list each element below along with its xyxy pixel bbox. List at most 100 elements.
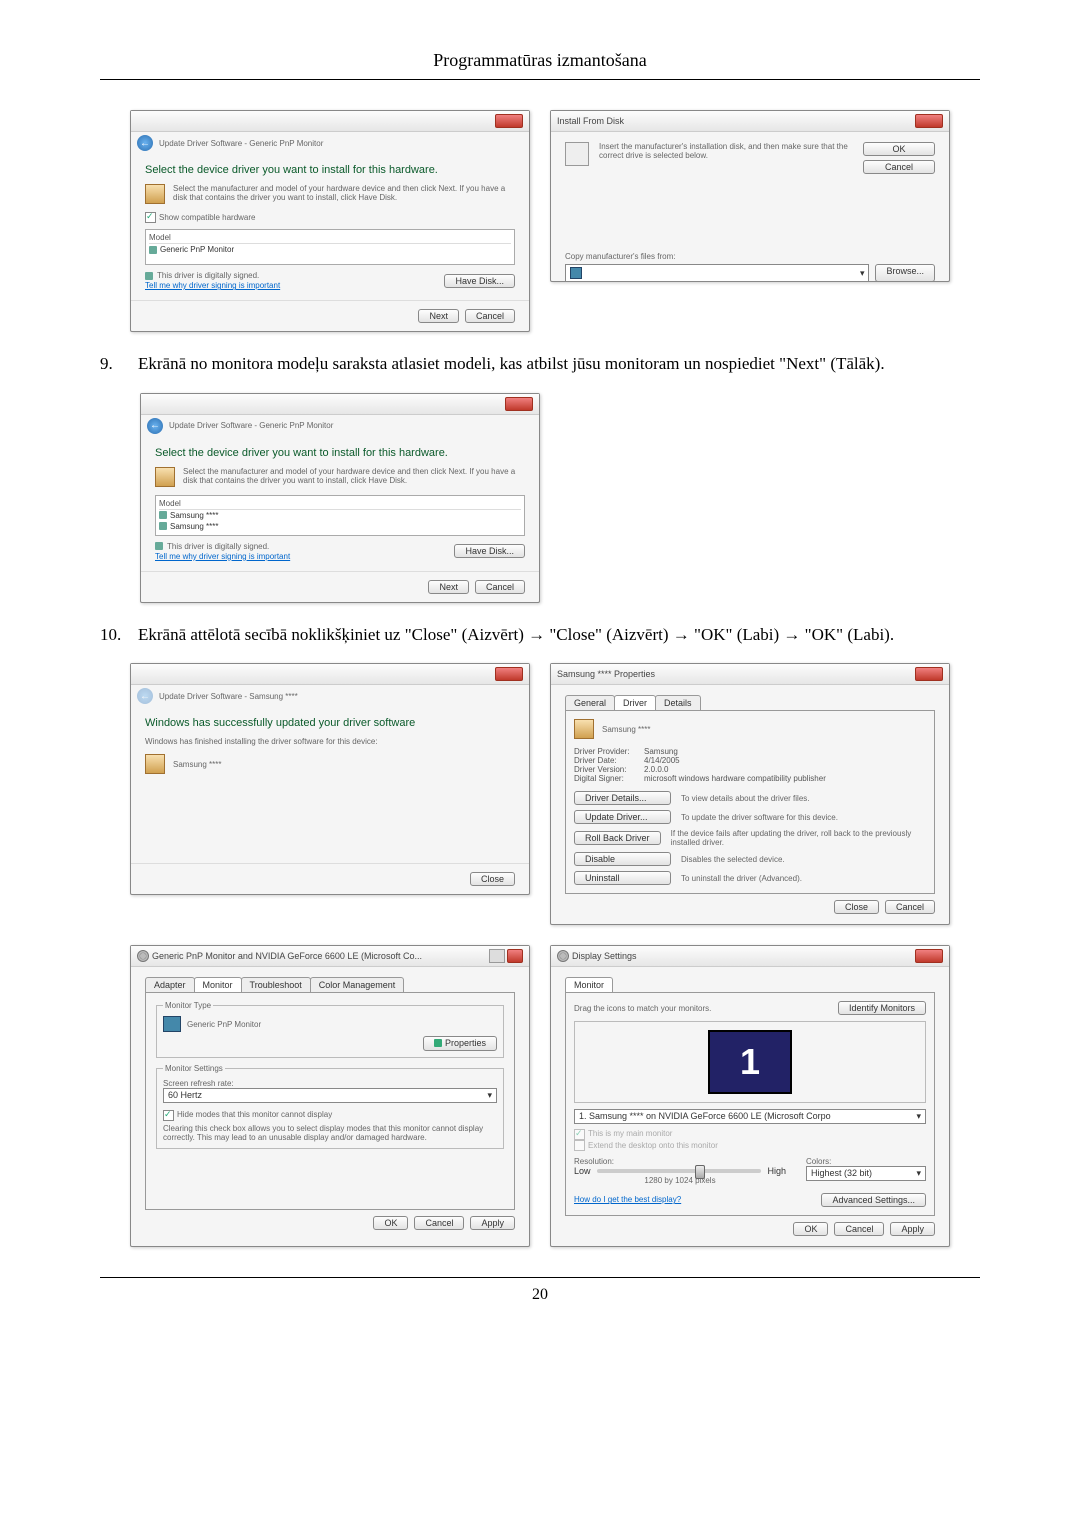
main-monitor-checkbox — [574, 1129, 585, 1140]
close-icon[interactable] — [915, 114, 943, 128]
tab-details[interactable]: Details — [655, 695, 701, 710]
chevron-down-icon[interactable]: ▾ — [860, 268, 865, 279]
model-listbox[interactable]: Model Generic PnP Monitor — [145, 229, 515, 265]
list-item[interactable]: Samsung **** — [159, 521, 521, 532]
shield-icon — [155, 542, 163, 550]
cancel-button[interactable]: Cancel — [885, 900, 935, 914]
signed-label: This driver is digitally signed. — [167, 542, 269, 551]
resolution-slider[interactable]: Low High — [574, 1166, 786, 1176]
uninstall-text: To uninstall the driver (Advanced). — [681, 874, 802, 883]
ok-button[interactable]: OK — [793, 1222, 828, 1236]
close-icon[interactable] — [495, 667, 523, 681]
minimize-icon[interactable] — [489, 949, 505, 963]
advanced-settings-button[interactable]: Advanced Settings... — [821, 1193, 926, 1207]
chevron-down-icon[interactable]: ▾ — [916, 1111, 921, 1122]
resolution-value: 1280 by 1024 pixels — [574, 1176, 786, 1185]
have-disk-button[interactable]: Have Disk... — [454, 544, 525, 558]
list-item[interactable]: Samsung **** — [159, 510, 521, 521]
header-rule — [100, 79, 980, 80]
breadcrumb: Update Driver Software - Generic PnP Mon… — [169, 421, 333, 430]
signing-link[interactable]: Tell me why driver signing is important — [155, 552, 290, 561]
extend-desktop-label: Extend the desktop onto this monitor — [588, 1141, 718, 1150]
cancel-button[interactable]: Cancel — [475, 580, 525, 594]
tab-adapter[interactable]: Adapter — [145, 977, 195, 992]
install-from-disk-dialog: Install From Disk Insert the manufacture… — [550, 110, 950, 282]
tab-general[interactable]: General — [565, 695, 615, 710]
rollback-text: If the device fails after updating the d… — [671, 829, 926, 847]
tab-driver[interactable]: Driver — [614, 695, 656, 710]
have-disk-button[interactable]: Have Disk... — [444, 274, 515, 288]
monitor-preview-icon[interactable]: 1 — [708, 1030, 792, 1094]
close-icon[interactable] — [505, 397, 533, 411]
drive-icon — [570, 267, 582, 279]
next-button[interactable]: Next — [418, 309, 459, 323]
adapter-properties-dialog: Generic PnP Monitor and NVIDIA GeForce 6… — [130, 945, 530, 1246]
close-icon[interactable] — [915, 667, 943, 681]
back-arrow-icon[interactable]: ← — [137, 135, 153, 151]
driver-details-button[interactable]: Driver Details... — [574, 791, 671, 805]
hide-modes-checkbox[interactable] — [163, 1110, 174, 1121]
chevron-down-icon[interactable]: ▾ — [916, 1168, 921, 1179]
date-label: Driver Date: — [574, 756, 644, 765]
refresh-rate-combo[interactable]: 60 Hertz▾ — [163, 1088, 497, 1103]
wizard-heading: Windows has successfully updated your dr… — [145, 717, 515, 729]
back-arrow-icon[interactable]: ← — [147, 418, 163, 434]
high-label: High — [767, 1166, 786, 1176]
disable-button[interactable]: Disable — [574, 852, 671, 866]
rollback-button[interactable]: Roll Back Driver — [574, 831, 661, 845]
provider-value: Samsung — [644, 747, 678, 756]
tab-troubleshoot[interactable]: Troubleshoot — [241, 977, 311, 992]
monitor-properties-dialog: Samsung **** Properties General Driver D… — [550, 663, 950, 925]
tab-monitor[interactable]: Monitor — [194, 977, 242, 992]
provider-label: Driver Provider: — [574, 747, 644, 756]
close-icon[interactable] — [495, 114, 523, 128]
driver-icon — [145, 754, 165, 774]
floppy-icon — [565, 142, 589, 166]
breadcrumb: Update Driver Software - Samsung **** — [159, 692, 298, 701]
close-icon[interactable] — [915, 949, 943, 963]
ok-button[interactable]: OK — [863, 142, 935, 156]
display-device-combo[interactable]: 1. Samsung **** on NVIDIA GeForce 6600 L… — [574, 1109, 926, 1124]
show-compat-checkbox[interactable] — [145, 212, 156, 223]
close-icon[interactable] — [507, 949, 523, 963]
cancel-button[interactable]: Cancel — [863, 160, 935, 174]
apply-button[interactable]: Apply — [890, 1222, 935, 1236]
close-button[interactable]: Close — [834, 900, 879, 914]
dialog-title: Display Settings — [572, 951, 637, 961]
tab-color-management[interactable]: Color Management — [310, 977, 405, 992]
uninstall-button[interactable]: Uninstall — [574, 871, 671, 885]
monitor-name: Generic PnP Monitor — [187, 1020, 261, 1029]
page-number: 20 — [100, 1286, 980, 1304]
apply-button[interactable]: Apply — [470, 1216, 515, 1230]
properties-button[interactable]: Properties — [423, 1036, 497, 1051]
monitor-icon — [163, 1016, 181, 1032]
model-listbox[interactable]: Model Samsung **** Samsung **** — [155, 495, 525, 536]
ok-button[interactable]: OK — [373, 1216, 408, 1230]
shield-icon — [159, 511, 167, 519]
page-header: Programmatūras izmantošana — [100, 50, 980, 71]
wizard-heading: Select the device driver you want to ins… — [145, 164, 515, 176]
cancel-button[interactable]: Cancel — [465, 309, 515, 323]
driver-details-text: To view details about the driver files. — [681, 794, 810, 803]
next-button[interactable]: Next — [428, 580, 469, 594]
colors-combo[interactable]: Highest (32 bit)▾ — [806, 1166, 926, 1181]
version-value: 2.0.0.0 — [644, 765, 668, 774]
best-display-link[interactable]: How do I get the best display? — [574, 1195, 681, 1204]
chevron-down-icon[interactable]: ▾ — [487, 1090, 492, 1101]
step-text: Ekrānā attēlotā secībā noklikšķiniet uz … — [138, 623, 980, 648]
signer-value: microsoft windows hardware compatibility… — [644, 774, 826, 783]
close-button[interactable]: Close — [470, 872, 515, 886]
browse-button[interactable]: Browse... — [875, 264, 935, 282]
footer-rule — [100, 1277, 980, 1278]
cancel-button[interactable]: Cancel — [834, 1222, 884, 1236]
update-driver-button[interactable]: Update Driver... — [574, 810, 671, 824]
update-driver-wizard-success: ← Update Driver Software - Samsung **** … — [130, 663, 530, 895]
cancel-button[interactable]: Cancel — [414, 1216, 464, 1230]
wizard-subtext: Windows has finished installing the driv… — [145, 737, 515, 746]
identify-monitors-button[interactable]: Identify Monitors — [838, 1001, 926, 1015]
copy-from-label: Copy manufacturer's files from: — [565, 252, 935, 261]
resolution-label: Resolution: — [574, 1157, 786, 1166]
tab-monitor[interactable]: Monitor — [565, 977, 613, 992]
list-item[interactable]: Generic PnP Monitor — [149, 244, 511, 255]
signing-link[interactable]: Tell me why driver signing is important — [145, 281, 280, 290]
